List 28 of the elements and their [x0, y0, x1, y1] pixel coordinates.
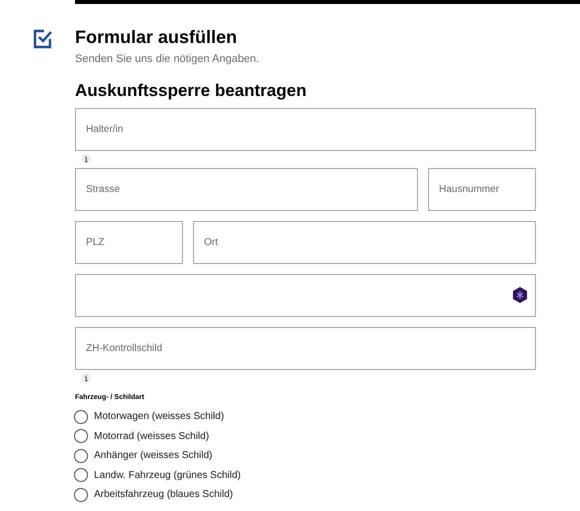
radio-button[interactable]: [74, 488, 88, 502]
radio-button[interactable]: [74, 429, 88, 444]
radio-label: Anhänger (weisses Schild): [94, 449, 212, 464]
radio-option[interactable]: Motorrad (weisses Schild): [74, 426, 536, 446]
radio-label: Landw. Fahrzeug (grünes Schild): [94, 468, 241, 483]
radio-label: Arbeitsfahrzeug (blaues Schild): [94, 488, 233, 502]
input-field[interactable]: ZH-Kontrollschild: [75, 326, 536, 370]
input-field[interactable]: Halter/in: [75, 108, 536, 150]
radio-button[interactable]: [74, 410, 88, 424]
radio-label: Motorwagen (weisses Schild): [94, 410, 224, 424]
step-subtitle: Senden Sie uns die nötigen Angaben.: [75, 52, 260, 67]
input-field[interactable]: Ort: [193, 220, 536, 264]
input-field[interactable]: [75, 274, 536, 316]
info-icon[interactable]: [81, 372, 91, 382]
radio-option[interactable]: Motorwagen (weisses Schild): [74, 407, 536, 426]
radio-button[interactable]: [74, 448, 88, 463]
hexagon-icon[interactable]: [513, 287, 527, 303]
radio-option[interactable]: Anhänger (weisses Schild): [74, 446, 536, 466]
radio-label: Motorrad (weisses Schild): [94, 430, 210, 444]
input-field[interactable]: Strasse: [75, 168, 418, 210]
step-title: Formular ausfüllen: [75, 26, 238, 49]
input-field[interactable]: PLZ: [75, 220, 183, 264]
radio-option[interactable]: Arbeitsfahrzeug (blaues Schild): [74, 485, 536, 504]
radio-option[interactable]: Landw. Fahrzeug (grünes Schild): [74, 466, 536, 485]
input-field[interactable]: Hausnummer: [428, 168, 536, 210]
info-icon[interactable]: [81, 154, 91, 164]
radio-button[interactable]: [74, 468, 88, 482]
form-title: Auskunftssperre beantragen: [75, 80, 308, 102]
